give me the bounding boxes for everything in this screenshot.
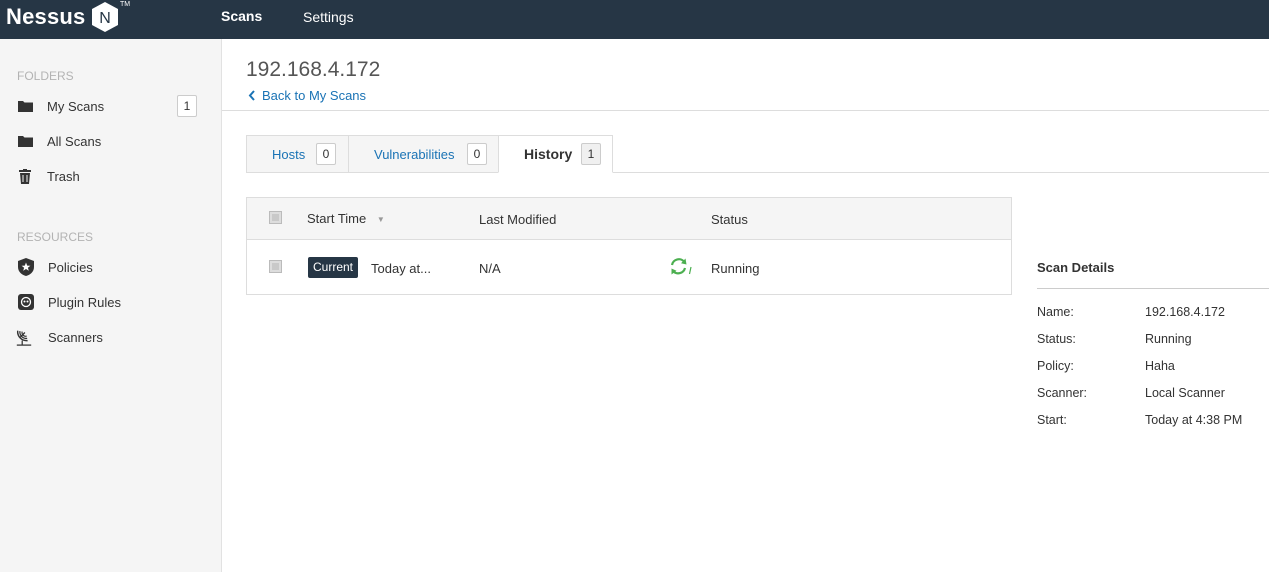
- logo-text: Nessus: [6, 4, 86, 29]
- back-link-label: Back to My Scans: [262, 88, 367, 103]
- start-time-cell: Today at...: [371, 261, 431, 276]
- tab-label: Hosts: [272, 146, 306, 162]
- sidebar-item-label: Plugin Rules: [48, 294, 121, 310]
- detail-key-status: Status:: [1037, 332, 1076, 346]
- my-scans-count-badge: 1: [177, 95, 197, 117]
- tab-label: History: [524, 146, 573, 162]
- detail-value-start: Today at 4:38 PM: [1145, 413, 1243, 427]
- running-spinner-icon: [670, 258, 692, 275]
- tab-history[interactable]: History 1: [498, 135, 613, 173]
- detail-value-status: Running: [1145, 332, 1192, 346]
- table-header: Start Time ▼ Last Modified Status: [247, 198, 1011, 240]
- sidebar-item-scanners[interactable]: Scanners: [0, 322, 221, 352]
- page-title: 192.168.4.172: [246, 58, 381, 81]
- sidebar-item-label: All Scans: [47, 133, 102, 149]
- detail-key-scanner: Scanner:: [1037, 386, 1088, 400]
- history-table: Start Time ▼ Last Modified Status Curren…: [246, 197, 1012, 295]
- nessus-logo[interactable]: Nessus N: [6, 0, 120, 34]
- current-badge: Current: [308, 257, 359, 278]
- sidebar-item-my-scans[interactable]: My Scans 1: [0, 91, 221, 121]
- detail-value-name: 192.168.4.172: [1145, 305, 1225, 319]
- sidebar-item-policies[interactable]: Policies: [0, 252, 221, 282]
- resources-section-title: RESOURCES: [17, 230, 94, 244]
- scan-details-divider: [1037, 288, 1269, 289]
- trash-icon: [16, 167, 34, 185]
- detail-value-scanner: Local Scanner: [1145, 386, 1225, 400]
- detail-key-policy: Policy:: [1037, 359, 1074, 373]
- scan-details-title: Scan Details: [1037, 260, 1115, 275]
- sidebar-item-label: Policies: [48, 259, 93, 275]
- select-all-checkbox[interactable]: [269, 211, 282, 224]
- header-divider: [222, 110, 1269, 111]
- satellite-dish-icon: [15, 328, 33, 346]
- plugin-rules-icon: [17, 293, 35, 311]
- sidebar-item-plugin-rules[interactable]: Plugin Rules: [0, 287, 221, 317]
- detail-key-name: Name:: [1037, 305, 1074, 319]
- detail-value-policy: Haha: [1145, 359, 1175, 373]
- detail-key-start: Start:: [1037, 413, 1067, 427]
- logo-badge-letter: N: [100, 10, 112, 27]
- folder-icon: [16, 97, 34, 115]
- tab-hosts[interactable]: Hosts 0: [246, 135, 349, 173]
- chevron-left-icon: [248, 90, 255, 101]
- folders-section-title: FOLDERS: [17, 69, 74, 83]
- tab-count-badge: 1: [581, 143, 601, 165]
- tab-count-badge: 0: [467, 143, 487, 165]
- tab-count-badge: 0: [316, 143, 336, 165]
- nav-settings[interactable]: Settings: [303, 9, 354, 25]
- back-to-my-scans-link[interactable]: Back to My Scans: [248, 88, 366, 103]
- folder-icon: [16, 132, 34, 150]
- last-modified-cell: N/A: [479, 261, 501, 276]
- column-header-status[interactable]: Status: [711, 212, 748, 227]
- sort-down-icon: ▼: [376, 215, 385, 225]
- trademark-mark: TM: [120, 1, 131, 8]
- sidebar-item-label: Scanners: [48, 329, 103, 345]
- tab-label: Vulnerabilities: [374, 146, 455, 162]
- nav-scans[interactable]: Scans: [221, 8, 262, 24]
- sidebar: FOLDERS My Scans 1 All Scans Trash RESOU…: [0, 39, 222, 572]
- logo-badge-icon: N: [92, 2, 119, 32]
- sidebar-item-label: My Scans: [47, 98, 105, 114]
- sidebar-item-trash[interactable]: Trash: [0, 161, 221, 191]
- column-header-label: Start Time: [307, 211, 367, 226]
- sidebar-item-label: Trash: [47, 168, 80, 184]
- shield-star-icon: [17, 258, 35, 276]
- tab-vulnerabilities[interactable]: Vulnerabilities 0: [348, 135, 499, 173]
- column-header-last-modified[interactable]: Last Modified: [479, 212, 556, 227]
- column-header-start-time[interactable]: Start Time ▼: [307, 211, 385, 226]
- status-cell: Running: [711, 261, 760, 276]
- row-checkbox[interactable]: [269, 260, 282, 273]
- top-navigation-bar: Nessus N TM Scans Settings: [0, 0, 1269, 39]
- sidebar-item-all-scans[interactable]: All Scans: [0, 126, 221, 156]
